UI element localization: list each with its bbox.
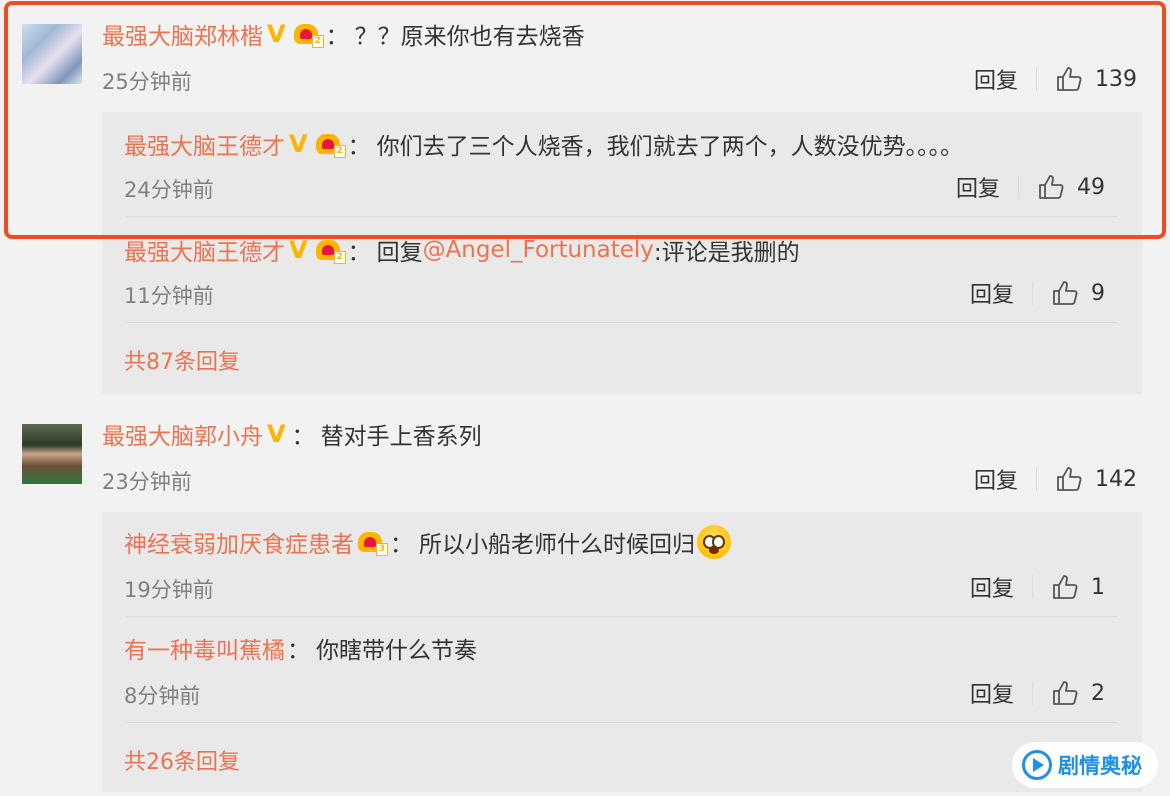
reply-button[interactable]: 回复 [970, 277, 1014, 309]
timestamp: 24分钟前 [124, 178, 214, 202]
verified-v-icon: V [289, 236, 308, 264]
thumbs-up-icon[interactable] [1055, 65, 1083, 93]
colon: ： [291, 424, 315, 450]
timestamp: 25分钟前 [102, 70, 192, 94]
comment-text: ？？原来你也有去烧香 [354, 24, 585, 50]
thumbs-up-icon[interactable] [1051, 573, 1079, 601]
reply-button[interactable]: 回复 [970, 677, 1014, 709]
username-link[interactable]: 最强大脑郑林楷 [102, 17, 263, 51]
vip-crown-icon: 3 [356, 528, 388, 556]
reply-divider [126, 722, 1118, 723]
like-count: 2 [1091, 680, 1106, 706]
reply-header: 最强大脑王德才 V 2 ： 你们去了三个人烧香，我们就去了两个，人数没优势。。。… [124, 128, 963, 160]
colon: ： [390, 532, 413, 558]
divider [1032, 575, 1034, 599]
reply-button[interactable]: 回复 [956, 171, 1000, 203]
username-link[interactable]: 有一种毒叫蕉橘 [124, 631, 285, 665]
like-count: 9 [1091, 280, 1106, 306]
like-count: 142 [1095, 466, 1138, 492]
reply-list: 最强大脑王德才 V 2 ： 你们去了三个人烧香，我们就去了两个，人数没优势。。。… [102, 112, 1142, 394]
username-link[interactable]: 最强大脑王德才 [124, 127, 285, 161]
reply-button[interactable]: 回复 [970, 571, 1014, 603]
colon: ： [347, 134, 371, 160]
comment-text: 替对手上香系列 [320, 424, 482, 450]
reply-divider [126, 616, 1118, 617]
reply-divider [126, 322, 1118, 323]
avatar[interactable] [22, 424, 82, 484]
avatar[interactable] [22, 24, 82, 84]
verified-v-icon: V [267, 420, 286, 448]
reply-actions: 回复 49 [956, 171, 1106, 203]
vip-crown-icon: 2 [314, 130, 346, 158]
thumbs-up-icon[interactable] [1051, 679, 1079, 707]
divider [1032, 281, 1034, 305]
reply-text: 你瞎带什么节奏 [316, 638, 477, 664]
reply-header: 有一种毒叫蕉橘 ： 你瞎带什么节奏 [124, 632, 477, 664]
comment-header: 最强大脑郭小舟 V ： 替对手上香系列 [102, 418, 482, 450]
reply-actions: 回复 2 [970, 677, 1111, 709]
verified-v-icon: V [289, 130, 308, 158]
reply-text: :评论是我删的 [653, 240, 800, 266]
divider [1018, 175, 1020, 199]
mention-link[interactable]: @Angel_Fortunately [423, 237, 654, 263]
more-replies-link[interactable]: 共26条回复 [124, 744, 240, 776]
timestamp: 19分钟前 [124, 578, 214, 602]
divider [1036, 467, 1038, 491]
watermark: 剧情奥秘 [1012, 742, 1158, 788]
reply-header: 神经衰弱加厌食症患者 3 ： 所以小船老师什么时候回归 [124, 525, 731, 559]
thumbs-up-icon[interactable] [1037, 173, 1065, 201]
reply-text: 所以小船老师什么时候回归 [419, 532, 695, 558]
play-logo-icon [1022, 750, 1052, 780]
reply-header: 最强大脑王德才 V 2 ： 回复 @Angel_Fortunately :评论是… [124, 234, 800, 266]
colon: ： [287, 638, 310, 664]
vip-crown-icon: 2 [292, 20, 324, 48]
reply-divider [126, 216, 1118, 217]
reply-text: 你们去了三个人烧香，我们就去了两个，人数没优势。。。。 [376, 134, 964, 160]
timestamp: 23分钟前 [102, 470, 192, 494]
comment-actions: 回复 142 [974, 463, 1138, 495]
thumbs-up-icon[interactable] [1055, 465, 1083, 493]
timestamp: 11分钟前 [124, 284, 214, 308]
reply-actions: 回复 1 [970, 571, 1111, 603]
username-link[interactable]: 最强大脑郭小舟 [102, 417, 263, 451]
reply-actions: 回复 9 [970, 277, 1111, 309]
vip-crown-icon: 2 [314, 236, 346, 264]
verified-v-icon: V [267, 20, 286, 48]
more-replies-link[interactable]: 共87条回复 [124, 344, 240, 376]
comment-actions: 回复 139 [974, 63, 1138, 95]
reply-button[interactable]: 回复 [974, 463, 1018, 495]
reply-prefix: 回复 [376, 240, 423, 266]
username-link[interactable]: 最强大脑王德才 [124, 233, 285, 267]
username-link[interactable]: 神经衰弱加厌食症患者 [124, 525, 354, 559]
comment-header: 最强大脑郑林楷 V 2 ： ？？原来你也有去烧香 [102, 18, 585, 50]
scared-face-icon [697, 525, 731, 559]
colon: ： [325, 24, 349, 50]
like-count: 139 [1095, 66, 1138, 92]
reply-button[interactable]: 回复 [974, 63, 1018, 95]
divider [1032, 681, 1034, 705]
watermark-text: 剧情奥秘 [1058, 754, 1142, 778]
like-count: 1 [1091, 574, 1106, 600]
divider [1036, 67, 1038, 91]
comment-feed: 最强大脑郑林楷 V 2 ： ？？原来你也有去烧香 25分钟前 回复 139 最强… [0, 0, 1170, 796]
reply-list: 神经衰弱加厌食症患者 3 ： 所以小船老师什么时候回归 19分钟前 回复 1 有… [102, 512, 1142, 792]
timestamp: 8分钟前 [124, 684, 201, 708]
thumbs-up-icon[interactable] [1051, 279, 1079, 307]
colon: ： [347, 240, 371, 266]
like-count: 49 [1077, 174, 1106, 200]
